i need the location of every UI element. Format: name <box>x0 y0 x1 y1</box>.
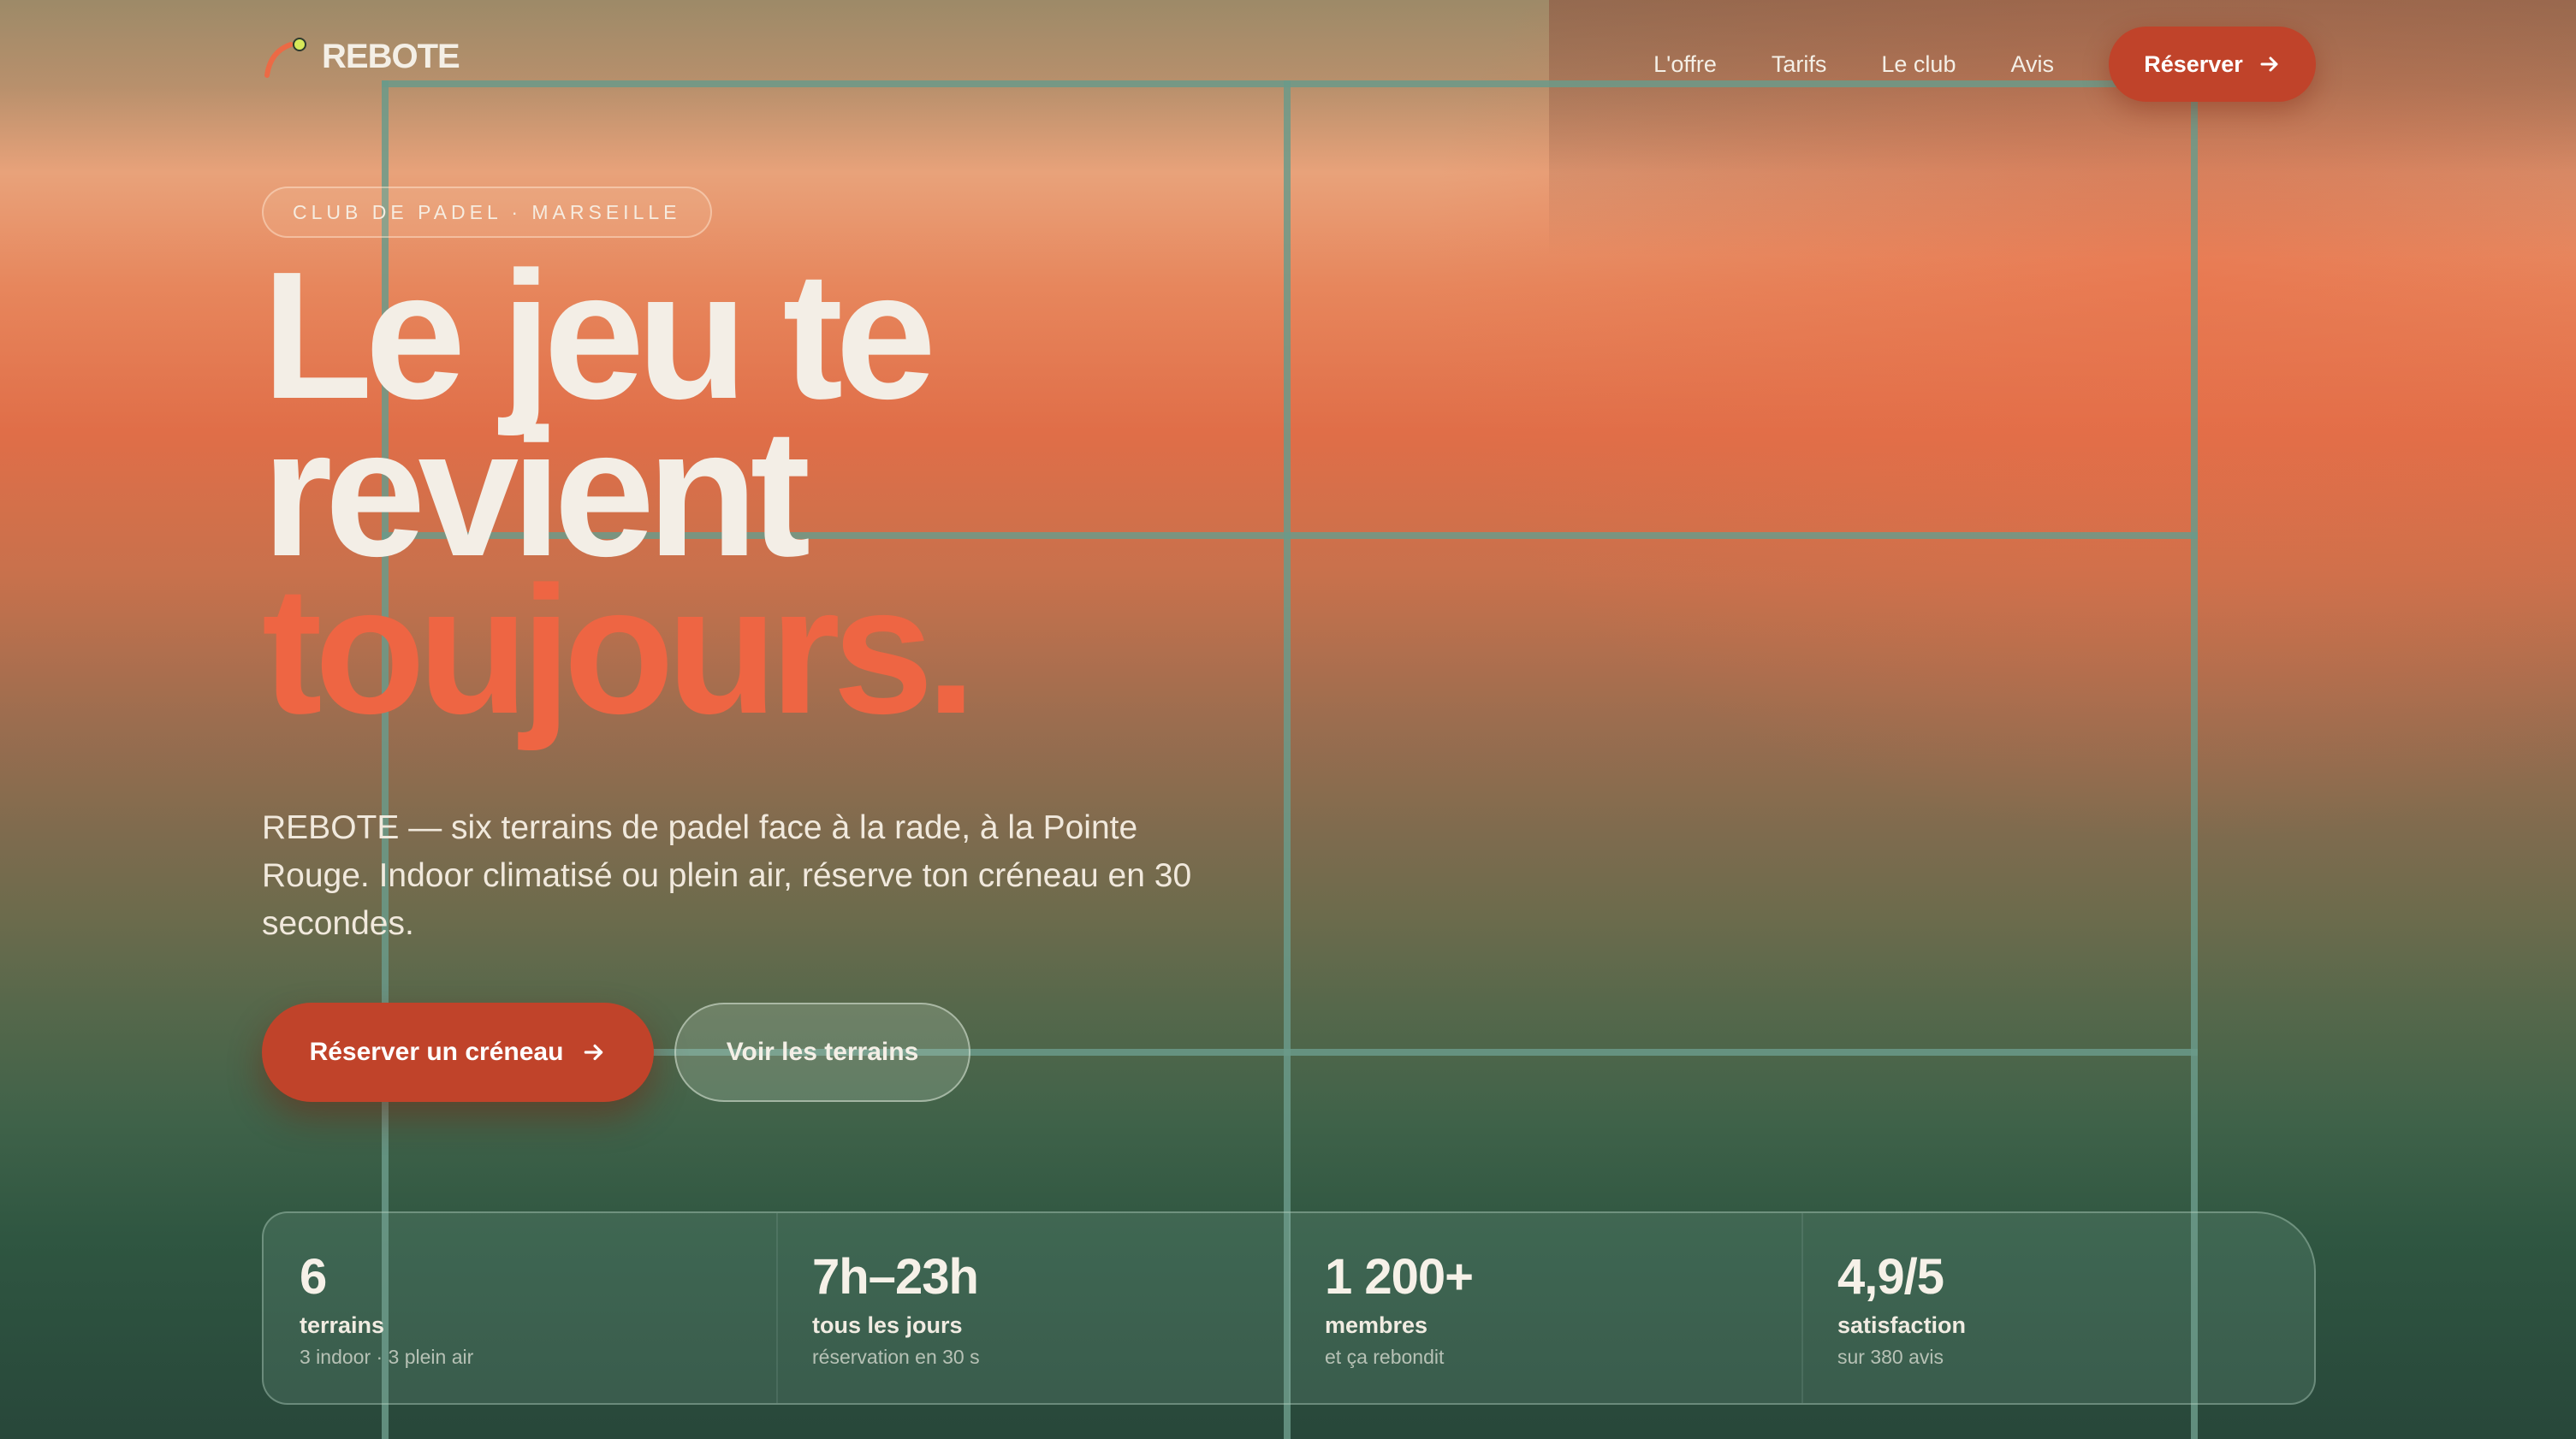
hero-title-accent: toujours. <box>262 548 976 751</box>
stat-label: satisfaction <box>1837 1312 1967 1338</box>
view-courts-button[interactable]: Voir les terrains <box>674 1003 970 1102</box>
hero-lede: REBOTE — six terrains de padel face à la… <box>262 809 1192 942</box>
arrow-right-icon <box>585 1044 603 1061</box>
reserve-slot-button[interactable]: Réserver un créneau <box>262 1003 654 1102</box>
stat-label: membres <box>1325 1312 1428 1338</box>
stat-satisfaction: 4,9/5 satisfaction sur 380 avis <box>1801 1213 2314 1403</box>
stat-sub: réservation en 30 s <box>812 1346 980 1368</box>
stat-hours: 7h–23h tous les jours réservation en 30 … <box>776 1213 1289 1403</box>
arrow-right-icon <box>2260 56 2278 72</box>
stat-courts: 6 terrains 3 indoor · 3 plein air <box>264 1213 776 1403</box>
view-courts-label: Voir les terrains <box>726 1038 919 1066</box>
nav-reserve-label: Réserver <box>2144 50 2243 77</box>
background-glow <box>1284 0 2576 941</box>
main-nav: L'offre Tarifs Le club Avis Réserver <box>1653 26 2576 103</box>
hero-title: Le jeu te revient toujours. <box>262 245 976 751</box>
stat-value: 1 200+ <box>1325 1249 1474 1305</box>
nav-link-tarifs[interactable]: Tarifs <box>1772 51 1827 78</box>
stat-value: 7h–23h <box>812 1249 979 1305</box>
stat-label: terrains <box>300 1312 385 1338</box>
stat-label: tous les jours <box>812 1312 963 1338</box>
hero-badge: CLUB DE PADEL · MARSEILLE <box>262 187 712 238</box>
stat-sub: 3 indoor · 3 plein air <box>300 1346 474 1368</box>
nav-link-offre[interactable]: L'offre <box>1653 51 1717 78</box>
stat-value: 6 <box>300 1249 327 1305</box>
stats-panel: 6 terrains 3 indoor · 3 plein air 7h–23h… <box>262 1211 2316 1405</box>
stat-sub: sur 380 avis <box>1837 1346 1944 1368</box>
padel-swoosh-logo-icon <box>262 33 310 80</box>
brand-logo[interactable]: REBOTE <box>262 31 460 82</box>
brand-name: REBOTE <box>322 37 460 75</box>
stat-sub: et ça rebondit <box>1325 1346 1445 1368</box>
nav-link-club[interactable]: Le club <box>1881 51 1956 78</box>
nav-reserve-button[interactable]: Réserver <box>2109 27 2316 102</box>
stat-members: 1 200+ membres et ça rebondit <box>1289 1213 1801 1403</box>
nav-link-avis[interactable]: Avis <box>2010 51 2054 78</box>
stat-value: 4,9/5 <box>1837 1249 1944 1305</box>
reserve-slot-label: Réserver un créneau <box>309 1038 564 1066</box>
